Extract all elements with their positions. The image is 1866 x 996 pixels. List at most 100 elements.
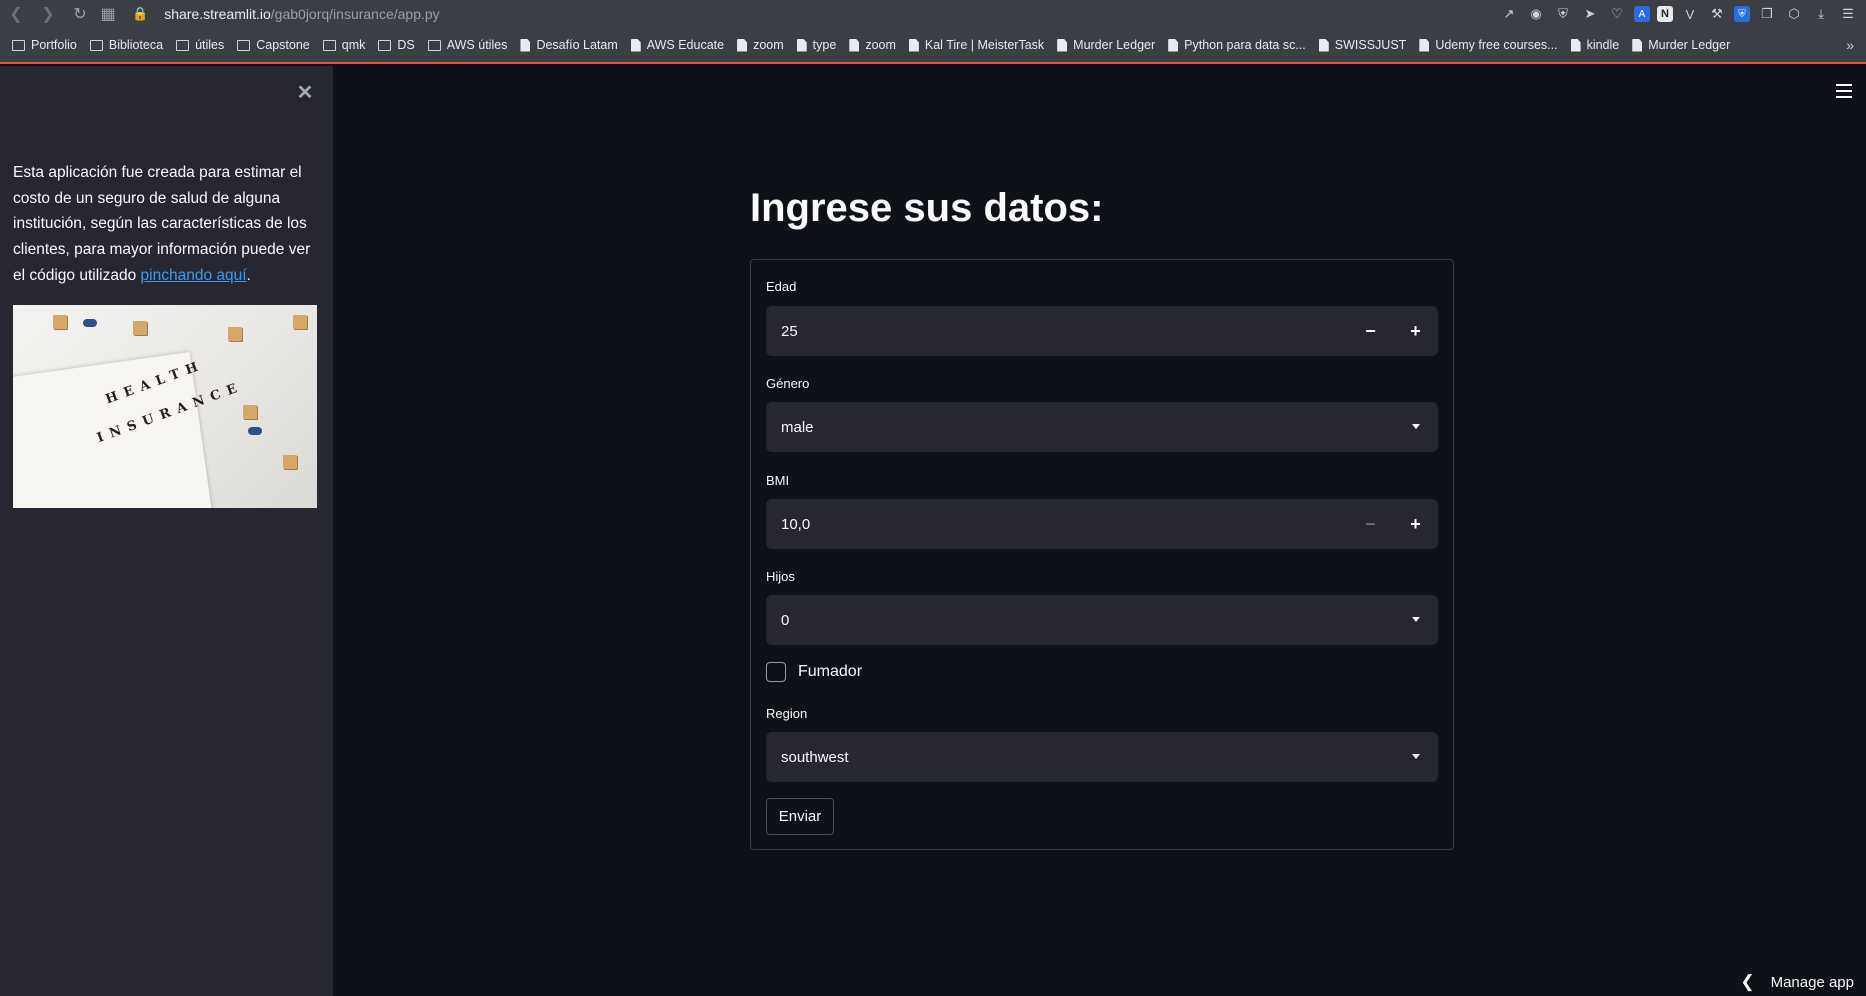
page-icon: [630, 38, 641, 52]
vimeo-icon[interactable]: V: [1680, 4, 1700, 24]
cube-icon[interactable]: ⬡: [1784, 4, 1804, 24]
page-icon: [796, 38, 807, 52]
bookmark-item[interactable]: kindle: [1570, 38, 1620, 52]
heart-icon[interactable]: ♡: [1607, 4, 1627, 24]
main-content: Ingrese sus datos: Edad 25 − + Género ma…: [333, 66, 1866, 996]
lock-icon: 🔒: [132, 6, 149, 21]
age-decrement-button[interactable]: −: [1348, 306, 1393, 356]
url-host: share.streamlit.io: [164, 6, 271, 22]
bookmark-label: Python para data sc...: [1184, 38, 1306, 52]
age-input[interactable]: 25 − +: [766, 306, 1438, 356]
tabs-grid-icon[interactable]: ▦: [96, 2, 120, 26]
bookmark-label: Murder Ledger: [1648, 38, 1731, 52]
bmi-label: BMI: [766, 473, 790, 488]
bookmark-label: útiles: [195, 38, 225, 52]
input-form: Edad 25 − + Género male BMI 10,0 − + Hij…: [750, 259, 1454, 850]
hamburger-menu-icon[interactable]: [1836, 84, 1852, 98]
region-select[interactable]: southwest: [766, 732, 1438, 782]
tile-graphic: [228, 327, 242, 341]
bookmark-item[interactable]: DS: [378, 38, 415, 52]
page-icon: [1570, 38, 1581, 52]
bookmark-item[interactable]: type: [796, 38, 837, 52]
page-icon: [1419, 38, 1430, 52]
bookmark-item[interactable]: qmk: [322, 38, 366, 52]
bmi-input[interactable]: 10,0 − +: [766, 499, 1438, 549]
bookmark-item[interactable]: Capstone: [237, 38, 310, 52]
forward-icon[interactable]: ❯: [36, 2, 60, 26]
bookmark-label: kindle: [1586, 38, 1620, 52]
smoker-checkbox[interactable]: [766, 662, 786, 682]
bmi-decrement-button[interactable]: −: [1348, 499, 1393, 549]
bitwarden-icon[interactable]: ⛨: [1734, 6, 1750, 22]
bookmark-item[interactable]: Python para data sc...: [1168, 38, 1306, 52]
page-icon: [849, 38, 860, 52]
download-icon[interactable]: ⤓: [1811, 4, 1831, 24]
share-icon[interactable]: ↗: [1499, 4, 1519, 24]
notion-icon[interactable]: N: [1657, 6, 1673, 22]
bookmark-item[interactable]: SWISSJUST: [1318, 38, 1406, 52]
manage-app-label: Manage app: [1770, 973, 1854, 991]
submit-button[interactable]: Enviar: [766, 798, 834, 835]
pill-graphic: [248, 427, 262, 435]
bookmark-item[interactable]: Murder Ledger: [1057, 38, 1155, 52]
send-icon[interactable]: ➤: [1580, 4, 1600, 24]
bookmark-item[interactable]: Murder Ledger: [1632, 38, 1730, 52]
bookmark-item[interactable]: Udemy free courses...: [1419, 38, 1558, 52]
bookmark-label: zoom: [753, 38, 784, 52]
bookmark-label: Desafío Latam: [536, 38, 618, 52]
bmi-increment-button[interactable]: +: [1393, 499, 1438, 549]
chevron-down-icon: [1412, 754, 1420, 759]
bookmark-item[interactable]: útiles: [176, 38, 224, 52]
translate-icon[interactable]: A: [1634, 6, 1650, 22]
smoker-checkbox-row[interactable]: Fumador: [766, 662, 862, 682]
bookmark-label: DS: [397, 38, 415, 52]
code-link[interactable]: pinchando aquí: [141, 267, 247, 284]
bookmark-label: type: [812, 38, 837, 52]
page-icon: [737, 38, 748, 52]
tool-icon[interactable]: ⚒: [1707, 4, 1727, 24]
shield-icon[interactable]: ⛨: [1553, 4, 1573, 24]
bookmarks-bar: Portfolio Biblioteca útiles Capstone qmk DS AW…: [0, 28, 1866, 64]
sidebar: ✕ Esta aplicación fue creada para estima…: [0, 66, 333, 996]
bookmark-item[interactable]: Biblioteca: [89, 38, 163, 52]
address-bar[interactable]: share.streamlit.io/gab0jorq/insurance/ap…: [164, 6, 440, 22]
gender-value: male: [781, 418, 814, 436]
reload-icon[interactable]: ↻: [68, 2, 92, 26]
bookmarks-overflow-icon[interactable]: »: [1846, 37, 1854, 53]
browser-toolbar: ❮ ❯ ↻ ▦ 🔒 share.streamlit.io/gab0jorq/in…: [0, 0, 1866, 28]
gender-label: Género: [766, 376, 810, 391]
chevron-down-icon: [1412, 424, 1420, 429]
bookmark-item[interactable]: zoom: [737, 38, 784, 52]
bmi-value: 10,0: [781, 515, 811, 533]
age-stepper: − +: [1348, 306, 1438, 356]
bookmark-item[interactable]: AWS útiles: [427, 38, 507, 52]
bookmark-item[interactable]: Portfolio: [12, 38, 77, 52]
pill-graphic: [83, 319, 97, 327]
children-select[interactable]: 0: [766, 595, 1438, 645]
folder-icon: [322, 39, 336, 51]
children-value: 0: [781, 611, 790, 629]
extension-icons: ↗ ◉ ⛨ ➤ ♡ A N V ⚒ ⛨ ❐ ⬡ ⤓ ☰: [1499, 4, 1858, 24]
bookmark-item[interactable]: Kal Tire | MeisterTask: [908, 38, 1045, 52]
manage-app-button[interactable]: ❮ Manage app: [1740, 972, 1854, 992]
children-label: Hijos: [766, 569, 795, 584]
page-icon: [1632, 38, 1643, 52]
bookmark-label: Kal Tire | MeisterTask: [924, 38, 1045, 52]
bookmark-item[interactable]: AWS Educate: [630, 38, 724, 52]
chevron-down-icon: [1412, 617, 1420, 622]
camera-icon[interactable]: ◉: [1526, 4, 1546, 24]
settings-menu-icon[interactable]: ☰: [1838, 4, 1858, 24]
age-value: 25: [781, 322, 798, 340]
age-increment-button[interactable]: +: [1393, 306, 1438, 356]
age-label: Edad: [766, 279, 797, 294]
gender-select[interactable]: male: [766, 402, 1438, 452]
bookmark-label: Portfolio: [31, 38, 77, 52]
bookmark-label: zoom: [865, 38, 896, 52]
tile-graphic: [293, 315, 307, 329]
close-icon[interactable]: ✕: [294, 80, 316, 104]
bookmark-label: qmk: [341, 38, 366, 52]
bookmark-item[interactable]: Desafío Latam: [520, 38, 618, 52]
copy-icon[interactable]: ❐: [1757, 4, 1777, 24]
bookmark-item[interactable]: zoom: [849, 38, 896, 52]
back-icon[interactable]: ❮: [4, 2, 28, 26]
